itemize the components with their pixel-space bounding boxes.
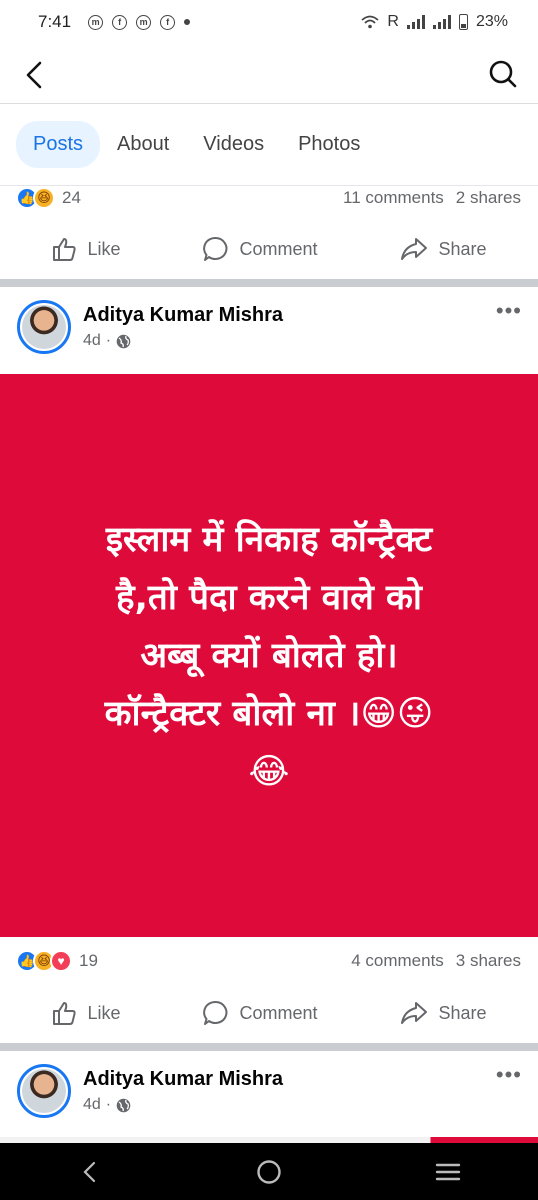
status-bar: 7:41 m f m f R 23% bbox=[0, 0, 538, 44]
post-divider bbox=[0, 1043, 538, 1051]
post-time[interactable]: 4d bbox=[83, 1096, 101, 1114]
like-label: Like bbox=[87, 1002, 121, 1023]
comment-icon bbox=[203, 236, 228, 261]
prev-post-reactions-row: 👍 😆 24 11 comments 2 shares bbox=[0, 185, 538, 211]
signal-icon bbox=[406, 15, 425, 29]
prev-post-actions: Like Comment Share bbox=[0, 224, 538, 274]
share-button[interactable]: Share bbox=[390, 992, 496, 1034]
meta-separator: · bbox=[105, 1096, 112, 1113]
nav-recents-icon bbox=[436, 1163, 461, 1180]
nav-recents-button[interactable] bbox=[428, 1152, 468, 1192]
image-text-line: कॉन्ट्रैक्टर बोलो ना ।😁😜 bbox=[104, 693, 434, 734]
status-left: 7:41 m f m f bbox=[38, 12, 191, 32]
post-image-text: इस्लाम में निकाह कॉन्ट्रैक्ट है,तो पैदा … bbox=[65, 511, 474, 801]
chevron-left-icon bbox=[26, 61, 42, 89]
status-time: 7:41 bbox=[38, 12, 72, 31]
like-label: Like bbox=[87, 238, 121, 259]
post-author[interactable]: Aditya Kumar Mishra bbox=[83, 304, 283, 327]
reaction-summary[interactable]: 👍 😆 24 bbox=[16, 187, 81, 209]
comment-label: Comment bbox=[239, 1002, 318, 1023]
system-nav-bar bbox=[0, 1143, 538, 1200]
post-meta: 4d · bbox=[83, 332, 131, 350]
share-label: Share bbox=[438, 238, 487, 259]
tab-videos[interactable]: Videos bbox=[186, 121, 281, 168]
reaction-count: 19 bbox=[79, 951, 98, 970]
globe-icon bbox=[116, 1098, 131, 1112]
shares-count[interactable]: 2 shares bbox=[456, 188, 521, 208]
comments-count[interactable]: 11 comments bbox=[343, 188, 444, 208]
top-bar bbox=[0, 44, 538, 104]
haha-reaction-icon: 😆 bbox=[33, 187, 55, 209]
share-icon bbox=[401, 1002, 428, 1024]
reaction-summary[interactable]: 👍 😆 ♥ 19 bbox=[16, 950, 98, 972]
image-text-line: है,तो पैदा करने वाले को bbox=[115, 577, 422, 618]
avatar[interactable] bbox=[17, 1064, 71, 1118]
post-author[interactable]: Aditya Kumar Mishra bbox=[83, 1068, 283, 1091]
post-reactions-row: 👍 😆 ♥ 19 4 comments 3 shares bbox=[0, 948, 538, 974]
facebook-notification-icon: f bbox=[112, 14, 128, 30]
profile-tabs: Posts About Videos Photos bbox=[0, 104, 538, 186]
post-time[interactable]: 4d bbox=[83, 332, 101, 350]
tab-about[interactable]: About bbox=[100, 121, 186, 168]
like-button[interactable]: Like bbox=[41, 228, 130, 270]
comment-icon bbox=[203, 1000, 228, 1025]
avatar-photo bbox=[22, 1069, 66, 1113]
comments-count[interactable]: 4 comments bbox=[351, 951, 444, 971]
search-button[interactable] bbox=[488, 58, 518, 90]
search-icon bbox=[489, 60, 517, 88]
engagement-counts: 11 comments 2 shares bbox=[343, 188, 521, 208]
post-actions: Like Comment Share bbox=[0, 988, 538, 1038]
share-icon bbox=[401, 238, 428, 260]
more-options-button[interactable]: ••• bbox=[496, 1062, 522, 1088]
post-divider bbox=[0, 279, 538, 287]
roaming-indicator: R bbox=[387, 13, 399, 30]
love-reaction-icon: ♥ bbox=[50, 950, 72, 972]
comment-button[interactable]: Comment bbox=[193, 228, 327, 270]
image-text-line: अब्बू क्यों बोलते हो। bbox=[140, 635, 398, 676]
share-label: Share bbox=[438, 1002, 487, 1023]
reaction-count: 24 bbox=[62, 188, 81, 207]
shares-count[interactable]: 3 shares bbox=[456, 951, 521, 971]
tab-photos[interactable]: Photos bbox=[281, 121, 377, 168]
post-meta: 4d · bbox=[83, 1096, 131, 1114]
nav-home-button[interactable] bbox=[249, 1152, 289, 1192]
more-options-button[interactable]: ••• bbox=[496, 298, 522, 324]
battery-percent: 23% bbox=[475, 13, 508, 30]
next-post-header: Aditya Kumar Mishra 4d · ••• bbox=[0, 1058, 538, 1138]
image-text-line: इस्लाम में निकाह कॉन्ट्रैक्ट bbox=[105, 519, 433, 560]
tab-posts[interactable]: Posts bbox=[16, 121, 101, 168]
like-button[interactable]: Like bbox=[41, 992, 130, 1034]
more-notifications-icon bbox=[184, 19, 191, 25]
nav-back-button[interactable] bbox=[70, 1152, 110, 1192]
facebook-notification-icon: f bbox=[160, 14, 176, 30]
avatar[interactable] bbox=[17, 300, 71, 354]
globe-icon bbox=[116, 334, 131, 348]
meta-separator: · bbox=[105, 332, 112, 349]
thumbs-up-icon bbox=[53, 238, 77, 261]
signal-icon bbox=[432, 15, 451, 29]
post-image[interactable]: इस्लाम में निकाह कॉन्ट्रैक्ट है,तो पैदा … bbox=[0, 374, 538, 937]
messenger-notification-icon: m bbox=[88, 14, 104, 30]
back-button[interactable] bbox=[20, 58, 50, 92]
image-text-line: 😂 bbox=[248, 751, 290, 792]
avatar-photo bbox=[22, 305, 66, 349]
nav-back-icon bbox=[83, 1161, 95, 1182]
nav-home-icon bbox=[257, 1159, 281, 1184]
post-header: Aditya Kumar Mishra 4d · ••• bbox=[0, 294, 538, 374]
comment-label: Comment bbox=[239, 238, 318, 259]
comment-button[interactable]: Comment bbox=[193, 992, 327, 1034]
thumbs-up-icon bbox=[53, 1002, 77, 1025]
engagement-counts: 4 comments 3 shares bbox=[351, 951, 521, 971]
share-button[interactable]: Share bbox=[390, 228, 496, 270]
messenger-notification-icon: m bbox=[136, 14, 152, 30]
status-right: R 23% bbox=[361, 13, 508, 31]
battery-icon bbox=[458, 14, 468, 30]
wifi-icon bbox=[361, 15, 379, 29]
